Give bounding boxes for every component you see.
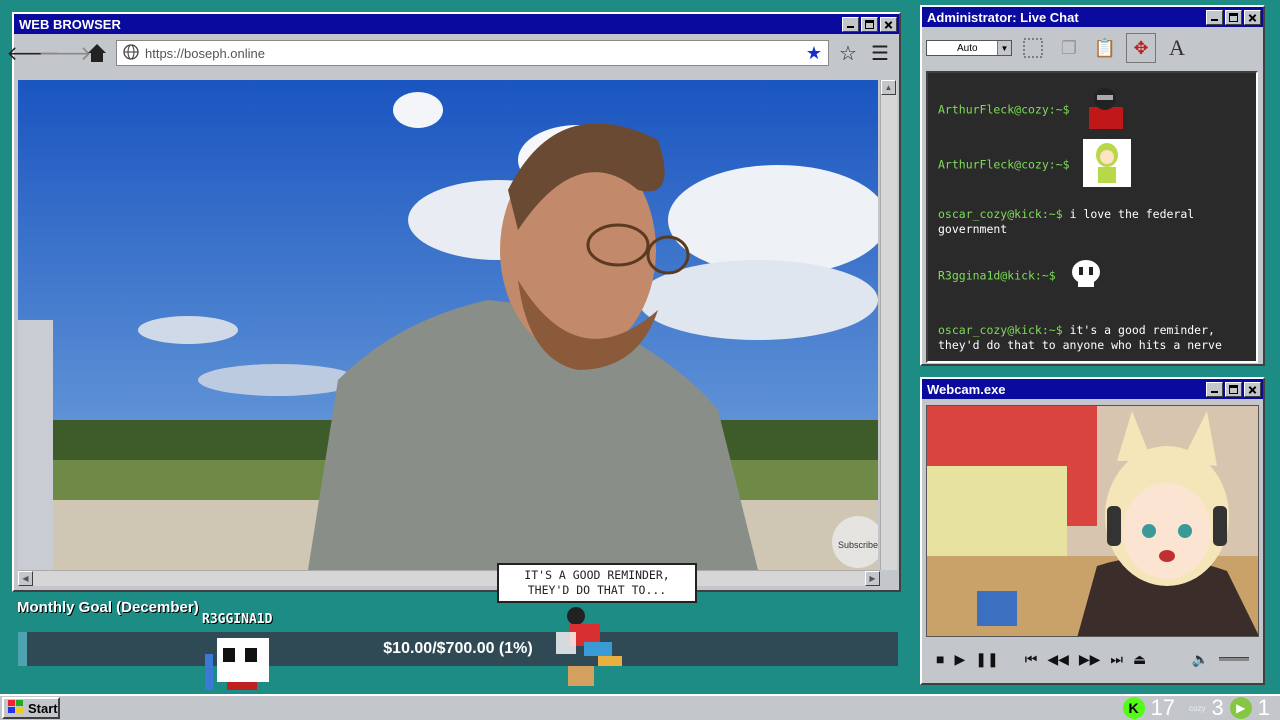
donor-name: R3GGINA1D: [202, 612, 273, 627]
select-icon[interactable]: [1018, 33, 1048, 63]
webcam-view: [926, 405, 1259, 637]
windows-logo-icon: [8, 699, 24, 717]
live-chat-window: Administrator: Live Chat Auto ▼ ❐ 📋 ✥ A …: [920, 5, 1265, 366]
url-text: https://boseph.online: [145, 45, 265, 61]
taskbar: Start K 17 cozy 3 ▶ 1: [0, 694, 1280, 720]
rumble-logo-icon: ▶: [1229, 697, 1252, 719]
stream-video-image: Subscribe: [18, 80, 878, 570]
font-size-select[interactable]: Auto ▼: [926, 40, 1012, 56]
move-icon[interactable]: ✥: [1126, 33, 1156, 63]
play-icon[interactable]: ▶: [954, 651, 965, 668]
chat-toolbar: Auto ▼ ❐ 📋 ✥ A: [922, 27, 1263, 69]
close-button[interactable]: [1244, 381, 1261, 397]
media-controls: ■ ▶ ❚❚ ⏮ ◀◀ ▶▶ ⏭ ⏏ 🔈: [926, 641, 1259, 677]
minimize-button[interactable]: [1206, 381, 1223, 397]
cozy-label: cozy: [1189, 703, 1206, 713]
scroll-up-arrow-icon[interactable]: ▲: [881, 80, 896, 95]
webcam-window: Webcam.exe ■ ▶ ❚❚ ⏮ ◀◀ ▶▶ ⏭ ⏏ 🔈: [920, 377, 1265, 685]
close-button[interactable]: [1244, 9, 1261, 25]
minimize-button[interactable]: [842, 16, 859, 32]
chat-message: R3ggina1d@kick:~$: [938, 259, 1246, 293]
start-button[interactable]: Start: [2, 697, 60, 719]
goal-title: Monthly Goal (December): [17, 599, 199, 616]
globe-icon: [123, 43, 139, 63]
volume-icon[interactable]: 🔈: [1192, 651, 1209, 668]
webcam-titlebar[interactable]: Webcam.exe: [922, 379, 1263, 399]
copy-icon[interactable]: ❐: [1054, 33, 1084, 63]
paste-icon[interactable]: 📋: [1090, 33, 1120, 63]
chat-title: Administrator: Live Chat: [927, 9, 1079, 25]
kick-logo-icon: K: [1122, 697, 1145, 719]
system-tray: K 17 cozy 3 ▶ 1: [1122, 695, 1270, 720]
kick-viewer-count: 17: [1150, 695, 1176, 720]
scroll-right-arrow-icon[interactable]: ▶: [865, 571, 880, 586]
red-character-emote: [1083, 87, 1129, 133]
skull-sprite-icon: [205, 638, 269, 690]
close-button[interactable]: [880, 16, 897, 32]
bookmarked-star-icon[interactable]: ★: [806, 43, 822, 64]
chat-message: oscar_cozy@kick:~$ it's a good reminder,…: [938, 323, 1222, 352]
menu-icon[interactable]: ☰: [867, 40, 893, 66]
skip-back-icon[interactable]: ⏮: [1025, 651, 1038, 668]
rewind-icon[interactable]: ◀◀: [1047, 651, 1069, 668]
maximize-button[interactable]: [861, 16, 878, 32]
speech-bubble: IT'S A GOOD REMINDER, THEY'D DO THAT TO.…: [497, 563, 697, 603]
subscribe-watermark: Subscribe: [838, 540, 878, 550]
skull-emote: [1069, 259, 1103, 293]
webcam-title: Webcam.exe: [927, 381, 1006, 397]
scroll-left-arrow-icon[interactable]: ◀: [18, 571, 33, 586]
browser-titlebar[interactable]: WEB BROWSER: [14, 14, 899, 34]
chat-titlebar[interactable]: Administrator: Live Chat: [922, 7, 1263, 27]
horizontal-scrollbar[interactable]: ◀ ▶: [18, 570, 880, 586]
font-icon[interactable]: A: [1162, 33, 1192, 63]
goal-amount: $10.00/$700.00 (1%): [383, 640, 533, 657]
eject-icon[interactable]: ⏏: [1133, 651, 1146, 668]
fast-forward-icon[interactable]: ▶▶: [1079, 651, 1101, 668]
vtuber-avatar-image: [927, 406, 1258, 636]
bookmark-star-outline-icon[interactable]: ☆: [835, 40, 861, 66]
pause-icon[interactable]: ❚❚: [975, 651, 998, 668]
green-hooded-character-emote: [1082, 139, 1131, 191]
minimize-button[interactable]: [1206, 9, 1223, 25]
forward-arrow-icon[interactable]: 🡒: [38, 40, 92, 66]
chat-message: ArthurFleck@cozy:~$: [938, 139, 1246, 191]
goal-progress-bar: $10.00/$700.00 (1%): [18, 632, 898, 666]
maximize-button[interactable]: [1225, 9, 1242, 25]
skip-forward-icon[interactable]: ⏭: [1110, 651, 1123, 668]
chat-message: oscar_cozy@kick:~$ i love the federal go…: [938, 207, 1195, 236]
chat-messages: ArthurFleck@cozy:~$ ArthurFleck@cozy:~$ …: [926, 71, 1258, 363]
video-stream-frame[interactable]: Subscribe: [18, 80, 878, 570]
browser-toolbar: 🡐 🡒 https://boseph.online ★ ☆ ☰: [6, 34, 899, 72]
address-bar[interactable]: https://boseph.online ★: [116, 40, 829, 66]
vertical-scrollbar[interactable]: ▲: [880, 80, 897, 570]
maximize-button[interactable]: [1225, 381, 1242, 397]
chevron-down-icon: ▼: [997, 41, 1011, 55]
browser-title: WEB BROWSER: [19, 16, 121, 32]
running-character-sprite-icon: [556, 607, 622, 686]
chat-message: ArthurFleck@cozy:~$: [938, 87, 1246, 133]
home-icon[interactable]: [84, 40, 110, 66]
rumble-viewer-count: 1: [1257, 695, 1270, 720]
volume-slider[interactable]: [1219, 657, 1249, 661]
cozy-viewer-count: 3: [1211, 695, 1224, 720]
stop-icon[interactable]: ■: [936, 651, 944, 667]
web-browser-window: WEB BROWSER 🡐 🡒 https://boseph.online ★ …: [6, 12, 901, 592]
